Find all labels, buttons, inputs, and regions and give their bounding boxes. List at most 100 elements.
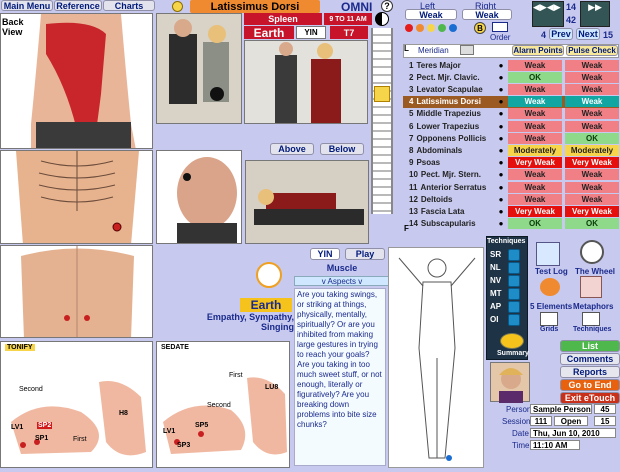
reports-button[interactable]: Reports <box>560 366 620 378</box>
right-result[interactable]: Weak <box>565 96 619 108</box>
nav-arrows-icon[interactable]: ◀▶◀▶ <box>532 1 564 27</box>
right-result[interactable]: Very Weak <box>565 157 619 169</box>
prev-button[interactable]: Prev <box>549 28 573 40</box>
left-result[interactable]: Very Weak <box>508 205 562 217</box>
test-log-icon[interactable] <box>536 242 560 266</box>
left-result[interactable]: Weak <box>508 169 562 181</box>
table-row[interactable]: 6 Lower Trapezius ● Weak Weak <box>403 120 619 132</box>
metaphors-label[interactable]: Metaphors <box>573 302 613 311</box>
muscle-tab[interactable]: Muscle <box>294 263 390 275</box>
left-result[interactable]: Weak <box>508 193 562 205</box>
above-button[interactable]: Above <box>270 143 314 155</box>
grids-label[interactable]: Grids <box>540 326 558 333</box>
left-result[interactable]: Weak <box>508 59 562 71</box>
next-button[interactable]: Next <box>576 28 600 40</box>
table-row[interactable]: 1 Teres Major ● Weak Weak <box>403 59 619 71</box>
right-result[interactable]: Weak <box>565 120 619 132</box>
right-result[interactable]: Weak <box>565 181 619 193</box>
right-result[interactable]: OK <box>565 218 619 230</box>
right-result[interactable]: Very Weak <box>565 205 619 217</box>
table-row[interactable]: 8 Abdominals ● Moderately Moderately <box>403 144 619 156</box>
left-result[interactable]: Moderately <box>508 144 562 156</box>
table-row[interactable]: 14 Subscapularis ● OK OK <box>403 218 619 230</box>
right-result[interactable]: Weak <box>565 59 619 71</box>
play-button[interactable]: Play <box>345 248 385 260</box>
grid-icon[interactable] <box>460 45 474 55</box>
green-dot-icon[interactable] <box>438 24 446 32</box>
blue-dot-icon[interactable] <box>449 24 457 32</box>
test-log-label[interactable]: Test Log <box>535 267 568 276</box>
five-elements-icon[interactable] <box>540 278 560 296</box>
table-row[interactable]: 4 Latissimus Dorsi ● Weak Weak <box>403 95 619 108</box>
below-button[interactable]: Below <box>320 143 364 155</box>
left-result[interactable]: OK <box>508 71 562 83</box>
help-button[interactable]: ? <box>381 0 393 12</box>
muscle-name: 1 Teres Major <box>403 61 497 70</box>
technique-toggle[interactable] <box>508 301 520 313</box>
table-row[interactable]: 13 Fascia Lata ● Very Weak Very Weak <box>403 205 619 217</box>
alarm-points-button[interactable]: Alarm Points <box>512 45 564 56</box>
b-badge-icon[interactable]: B <box>474 22 486 34</box>
table-row[interactable]: 2 Pect. Mjr. Clavic. ● OK Weak <box>403 71 619 83</box>
left-result[interactable]: Weak <box>508 108 562 120</box>
left-result[interactable]: Weak <box>508 181 562 193</box>
left-result[interactable]: Very Weak <box>508 157 562 169</box>
pulse-check-button[interactable]: Pulse Check <box>566 45 618 56</box>
nav-arrows-right-icon[interactable]: ▶▶ <box>580 1 610 27</box>
aspects-toggle[interactable]: v Aspects v <box>294 276 390 286</box>
go-to-end-button[interactable]: Go to End <box>560 379 620 391</box>
right-result[interactable]: Weak <box>565 83 619 95</box>
orange-dot-icon[interactable] <box>416 24 424 32</box>
left-result[interactable]: Weak <box>508 132 562 144</box>
technique-toggle[interactable] <box>508 288 520 300</box>
technique-toggle[interactable] <box>508 262 520 274</box>
table-row[interactable]: 12 Deltoids ● Weak Weak <box>403 193 619 205</box>
tonify-label-sp1: SP1 <box>35 435 49 442</box>
table-row[interactable]: 5 Middle Trapezius ● Weak Weak <box>403 108 619 120</box>
technique-toggle[interactable] <box>508 275 520 287</box>
techniques-tool-icon[interactable] <box>582 312 600 326</box>
row-number: 5 <box>409 109 414 119</box>
exit-button[interactable]: Exit eTouch <box>560 392 620 404</box>
the-wheel-label[interactable]: The Wheel <box>575 267 615 276</box>
summary-icon[interactable] <box>500 333 524 349</box>
right-result[interactable]: Moderately <box>565 144 619 156</box>
yin-button[interactable]: YIN <box>310 248 340 260</box>
left-result[interactable]: Weak <box>508 120 562 132</box>
right-result[interactable]: OK <box>565 132 619 144</box>
yellow-dot-icon[interactable] <box>427 24 435 32</box>
session-status[interactable]: Open <box>554 416 588 426</box>
technique-toggle[interactable] <box>508 314 520 326</box>
table-row[interactable]: 3 Levator Scapulae ● Weak Weak <box>403 83 619 95</box>
grids-icon[interactable] <box>540 312 558 326</box>
left-result[interactable]: Weak <box>508 83 562 95</box>
five-elements-label[interactable]: 5 Elements <box>530 302 572 311</box>
date-field[interactable]: Thu, Jun 10, 2010 <box>530 428 616 438</box>
technique-toggle[interactable] <box>508 249 520 261</box>
list-button[interactable]: List <box>560 340 620 352</box>
reference-button[interactable]: Reference <box>54 0 102 11</box>
right-result[interactable]: Weak <box>565 71 619 83</box>
right-status[interactable]: Weak <box>462 9 512 20</box>
charts-button[interactable]: Charts <box>103 0 155 11</box>
left-result[interactable]: OK <box>508 218 562 230</box>
right-result[interactable]: Weak <box>565 108 619 120</box>
the-wheel-icon[interactable] <box>580 240 604 264</box>
order-icon[interactable] <box>492 22 508 32</box>
right-result[interactable]: Weak <box>565 193 619 205</box>
table-row[interactable]: 11 Anterior Serratus ● Weak Weak <box>403 181 619 193</box>
comments-button[interactable]: Comments <box>560 353 620 365</box>
right-result[interactable]: Weak <box>565 169 619 181</box>
metaphors-icon[interactable] <box>580 276 602 298</box>
techniques-tool-label[interactable]: Techniques <box>573 326 611 333</box>
table-row[interactable]: 10 Pect. Mjr. Stern. ● Weak Weak <box>403 169 619 181</box>
time-field[interactable]: 11:10 AM <box>530 440 580 450</box>
person-field[interactable]: Sample Person <box>530 404 592 414</box>
table-row[interactable]: 9 Psoas ● Very Weak Very Weak <box>403 157 619 169</box>
table-row[interactable]: 7 Opponens Pollicis ● Weak OK <box>403 132 619 144</box>
row-muscle-name: Pect. Mjr. Clavic. <box>416 72 480 82</box>
main-menu-button[interactable]: Main Menu <box>1 0 53 11</box>
left-status[interactable]: Weak <box>405 9 457 20</box>
left-result[interactable]: Weak <box>508 96 562 108</box>
red-dot-icon[interactable] <box>405 24 413 32</box>
